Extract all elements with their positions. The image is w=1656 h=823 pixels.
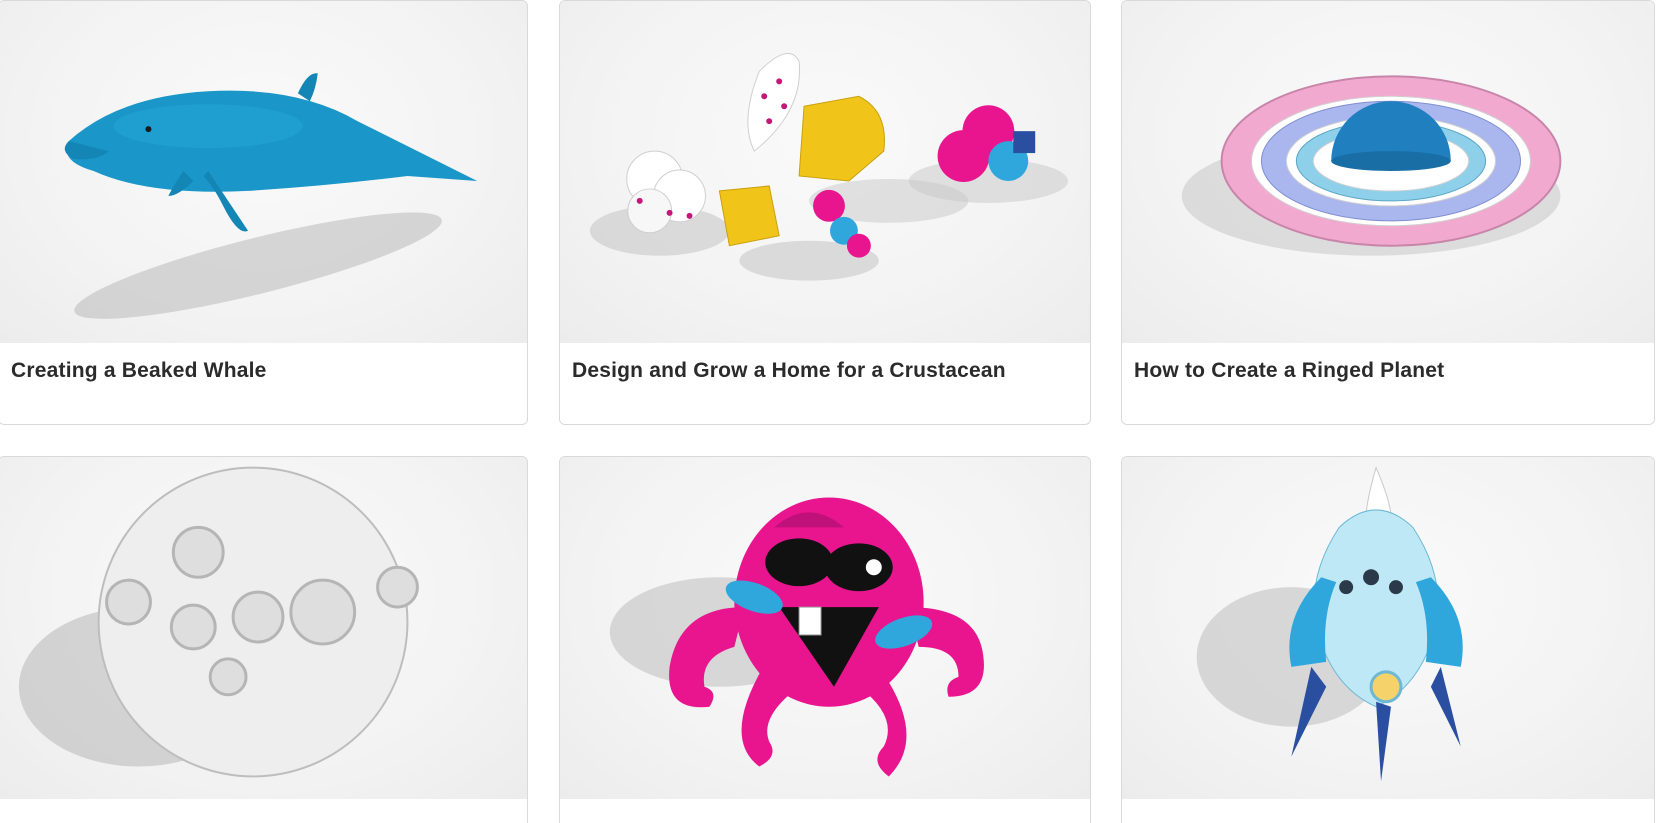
octopus-thumbnail[interactable] [560,457,1090,799]
tutorial-card-grid: Creating a Beaked Whale Design and Grow … [0,0,1656,823]
ringed-planet-image [1181,75,1562,256]
pink-octopus-image [609,497,984,777]
tutorial-card-rocket[interactable] [1121,456,1655,823]
moon-thumbnail[interactable] [0,457,527,799]
crustacean-thumbnail[interactable] [560,1,1090,343]
beaked-whale-image [64,73,478,319]
tutorial-card-beaked-whale[interactable]: Creating a Beaked Whale [0,0,528,425]
cratered-moon-image [18,466,419,778]
beaked-whale-thumbnail[interactable] [0,1,527,343]
rocket-thumbnail[interactable] [1122,457,1654,799]
rocket-ship-image [1196,466,1463,782]
card-title[interactable]: How to Create a Ringed Planet [1134,359,1444,383]
tutorial-card-octopus[interactable] [559,456,1091,823]
tutorial-card-crustacean[interactable]: Design and Grow a Home for a Crustacean [559,0,1091,425]
ringed-planet-thumbnail[interactable] [1122,1,1654,343]
tutorial-card-moon[interactable] [0,456,528,823]
card-title[interactable]: Design and Grow a Home for a Crustacean [572,359,1006,383]
crustacean-shells-image [589,52,1069,281]
card-title[interactable]: Creating a Beaked Whale [11,359,267,383]
tutorial-card-ringed-planet[interactable]: How to Create a Ringed Planet [1121,0,1655,425]
